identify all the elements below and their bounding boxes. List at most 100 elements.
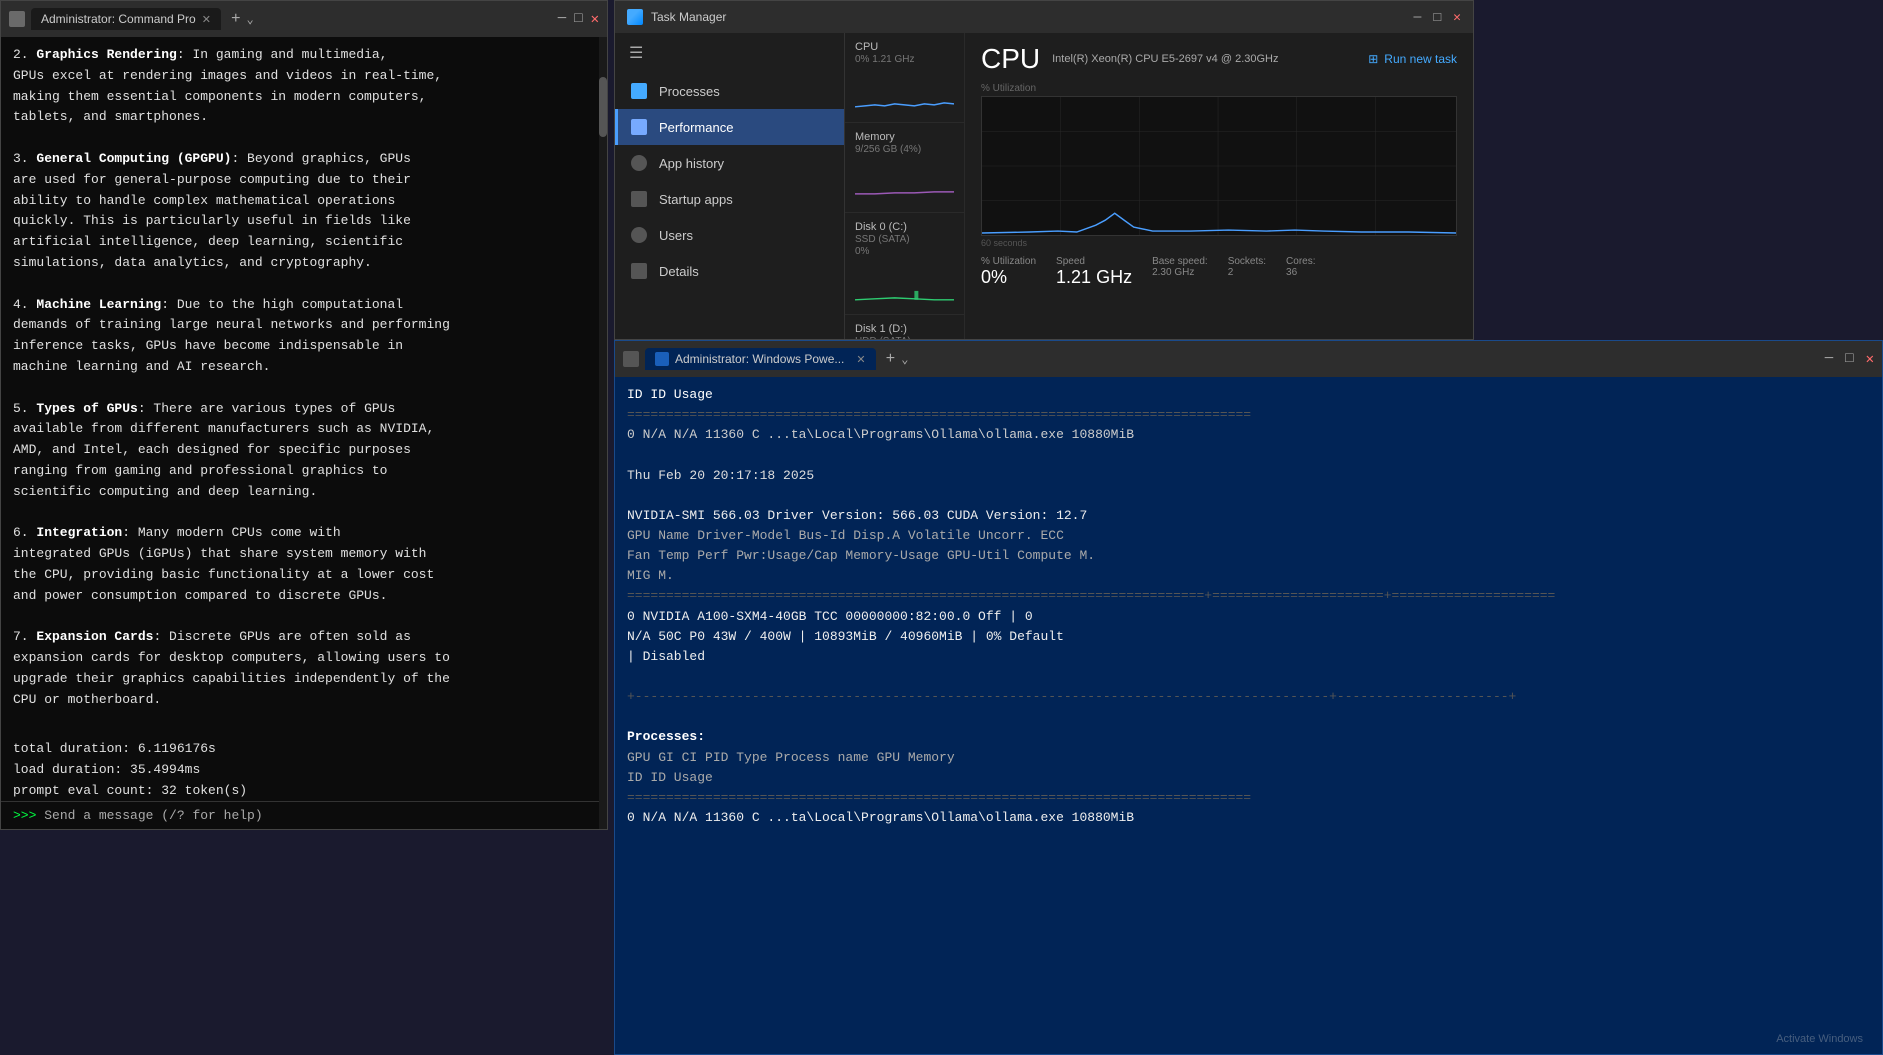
- tm-detail-header: CPU Intel(R) Xeon(R) CPU E5-2697 v4 @ 2.…: [981, 43, 1457, 75]
- ps-proc-header1: GPU GI CI PID Type Process name GPU Memo…: [627, 748, 1870, 768]
- ps-maximize[interactable]: □: [1845, 351, 1853, 368]
- tm-mini-card-disk1[interactable]: Disk 1 (D:) HDD (SATA): [845, 315, 964, 339]
- scrollbar-thumb[interactable]: [599, 77, 607, 137]
- tm-detail-info: Intel(R) Xeon(R) CPU E5-2697 v4 @ 2.30GH…: [1040, 53, 1368, 65]
- tm-detail-panel: CPU Intel(R) Xeon(R) CPU E5-2697 v4 @ 2.…: [965, 33, 1473, 339]
- total-duration-val: 6.1196176s: [138, 741, 216, 756]
- sockets-stat: Sockets: 2: [1228, 256, 1266, 288]
- activate-windows-watermark: Activate Windows: [1776, 1033, 1863, 1045]
- ps-window-controls: ─ □ ✕: [1825, 351, 1874, 368]
- ps-processes-section: Processes:: [627, 727, 1870, 747]
- sidebar-item-details[interactable]: Details: [615, 253, 844, 289]
- sidebar-item-startup-apps[interactable]: Startup apps: [615, 181, 844, 217]
- speed-stat-value: 1.21 GHz: [1056, 267, 1132, 288]
- line-1: 2. Graphics Rendering: In gaming and mul…: [13, 45, 595, 128]
- speed-stat: Speed 1.21 GHz: [1056, 256, 1132, 288]
- load-duration-val: 35.4994ms: [130, 762, 200, 777]
- ps-tab-close[interactable]: ✕: [856, 353, 865, 366]
- terminal1-tab[interactable]: Administrator: Command Pro ✕: [31, 8, 221, 30]
- mini-card-disk0-sub: SSD (SATA): [855, 234, 954, 245]
- cpu-stats-row: % Utilization 0% Speed 1.21 GHz Base spe…: [981, 256, 1457, 288]
- tm-detail-title-area: CPU: [981, 43, 1040, 75]
- tab-dropdown-button[interactable]: ⌄: [247, 12, 254, 27]
- tm-mini-card-disk0[interactable]: Disk 0 (C:) SSD (SATA) 0%: [845, 213, 964, 315]
- tm-close-button[interactable]: ✕: [1453, 10, 1461, 25]
- sidebar-item-users[interactable]: Users: [615, 217, 844, 253]
- ps-proc-row: 0 N/A N/A 11360 C ...ta\Local\Programs\O…: [627, 808, 1870, 828]
- ps-add-tab[interactable]: +: [886, 350, 896, 368]
- tm-titlebar: Task Manager ─ □ ✕: [615, 1, 1473, 33]
- terminal1-content: 2. Graphics Rendering: In gaming and mul…: [1, 37, 607, 801]
- sidebar-label-startup-apps: Startup apps: [659, 192, 733, 207]
- tm-cpu-title: CPU: [981, 43, 1040, 75]
- sidebar-label-app-history: App history: [659, 156, 724, 171]
- tm-mini-cards-panel: CPU 0% 1.21 GHz Memory 9/256 GB (4%): [845, 33, 965, 339]
- close-button[interactable]: ✕: [591, 11, 599, 28]
- sidebar-item-processes[interactable]: Processes: [615, 73, 844, 109]
- prompt-input[interactable]: Send a message (/? for help): [44, 808, 262, 823]
- sockets-label: Sockets:: [1228, 256, 1266, 267]
- line-6: 7. Expansion Cards: Discrete GPUs are of…: [13, 627, 595, 710]
- ps-minimize[interactable]: ─: [1825, 351, 1833, 368]
- prompt-eval-count-label: prompt eval count:: [13, 783, 153, 798]
- line-2: 3. General Computing (GPGPU): Beyond gra…: [13, 149, 595, 274]
- ps-gpu-col2: Fan Temp Perf Pwr:Usage/Cap Memory-Usage…: [627, 546, 1870, 566]
- task-manager-window[interactable]: Task Manager ─ □ ✕ ☰ Processes Performan…: [614, 0, 1474, 340]
- cores-label: Cores:: [1286, 256, 1315, 267]
- powershell-terminal[interactable]: Administrator: Windows Powe... ✕ + ⌄ ─ □…: [614, 340, 1883, 1055]
- mini-card-disk1-title: Disk 1 (D:): [855, 323, 954, 335]
- tm-body: ☰ Processes Performance App history Star…: [615, 33, 1473, 339]
- ps-tab-dropdown[interactable]: ⌄: [901, 352, 908, 367]
- cpu-utilization-graph: [981, 96, 1457, 236]
- base-speed-stat: Base speed: 2.30 GHz: [1152, 256, 1208, 288]
- mini-card-cpu-sub: 0% 1.21 GHz: [855, 54, 954, 65]
- ps-tab[interactable]: Administrator: Windows Powe... ✕: [645, 348, 876, 370]
- terminal1-window-controls: ─ □ ✕: [558, 11, 599, 28]
- ps-gpu-col3: MIG M.: [627, 566, 1870, 586]
- tm-minimize-button[interactable]: ─: [1414, 10, 1422, 25]
- prompt-prefix: >>>: [13, 808, 44, 823]
- mini-card-disk0-title: Disk 0 (C:): [855, 221, 954, 233]
- sidebar-item-performance[interactable]: Performance: [615, 109, 844, 145]
- terminal1-app-icon: [9, 11, 25, 27]
- tm-hamburger-button[interactable]: ☰: [615, 33, 844, 73]
- sidebar-label-users: Users: [659, 228, 693, 243]
- speed-stat-label: Speed: [1056, 256, 1132, 267]
- ps-sep1: ========================================…: [627, 405, 1870, 425]
- ps-col-header1: ID ID Usage: [627, 385, 1870, 405]
- load-duration-label: load duration:: [13, 762, 122, 777]
- ps-content: ID ID Usage ============================…: [615, 377, 1882, 1054]
- ps-gpu-row1: 0 NVIDIA A100-SXM4-40GB TCC 00000000:82:…: [627, 607, 1870, 627]
- tm-title: Task Manager: [651, 10, 726, 24]
- run-new-task-button[interactable]: ⊞ Run new task: [1368, 52, 1457, 66]
- ps-close[interactable]: ✕: [1866, 351, 1874, 368]
- startup-icon: [631, 191, 647, 207]
- terminal1-prompt[interactable]: >>> Send a message (/? for help): [1, 801, 607, 829]
- command-pro-terminal[interactable]: Administrator: Command Pro ✕ + ⌄ ─ □ ✕ 2…: [0, 0, 608, 830]
- processes-icon: [631, 83, 647, 99]
- tm-mini-card-memory[interactable]: Memory 9/256 GB (4%): [845, 123, 964, 213]
- line-3: 4. Machine Learning: Due to the high com…: [13, 295, 595, 378]
- sidebar-item-app-history[interactable]: App history: [615, 145, 844, 181]
- tm-maximize-button[interactable]: □: [1433, 10, 1441, 25]
- utilization-stat-label: % Utilization: [981, 256, 1036, 267]
- sockets-value: 2: [1228, 267, 1266, 278]
- add-tab-button[interactable]: +: [231, 10, 241, 28]
- terminal1-titlebar: Administrator: Command Pro ✕ + ⌄ ─ □ ✕: [1, 1, 607, 37]
- terminal1-close-button[interactable]: ✕: [202, 13, 211, 26]
- cores-stat: Cores: 36: [1286, 256, 1315, 288]
- tm-mini-card-cpu[interactable]: CPU 0% 1.21 GHz: [845, 33, 964, 123]
- maximize-button[interactable]: □: [574, 11, 582, 27]
- line-5: 6. Integration: Many modern CPUs come wi…: [13, 523, 595, 606]
- ps-process-row-0: 0 N/A N/A 11360 C ...ta\Local\Programs\O…: [627, 425, 1870, 445]
- minimize-button[interactable]: ─: [558, 11, 566, 27]
- ps-proc-header2: ID ID Usage: [627, 768, 1870, 788]
- ps-gpu-row3: | Disabled: [627, 647, 1870, 667]
- prompt-eval-count-val: 32 token(s): [161, 783, 247, 798]
- mini-card-disk0-pct: 0%: [855, 246, 954, 257]
- mini-card-memory-sub: 9/256 GB (4%): [855, 144, 954, 155]
- sidebar-label-processes: Processes: [659, 84, 720, 99]
- time-label: 60 seconds: [981, 238, 1457, 248]
- base-speed-label: Base speed:: [1152, 256, 1208, 267]
- terminal1-scrollbar[interactable]: [599, 37, 607, 829]
